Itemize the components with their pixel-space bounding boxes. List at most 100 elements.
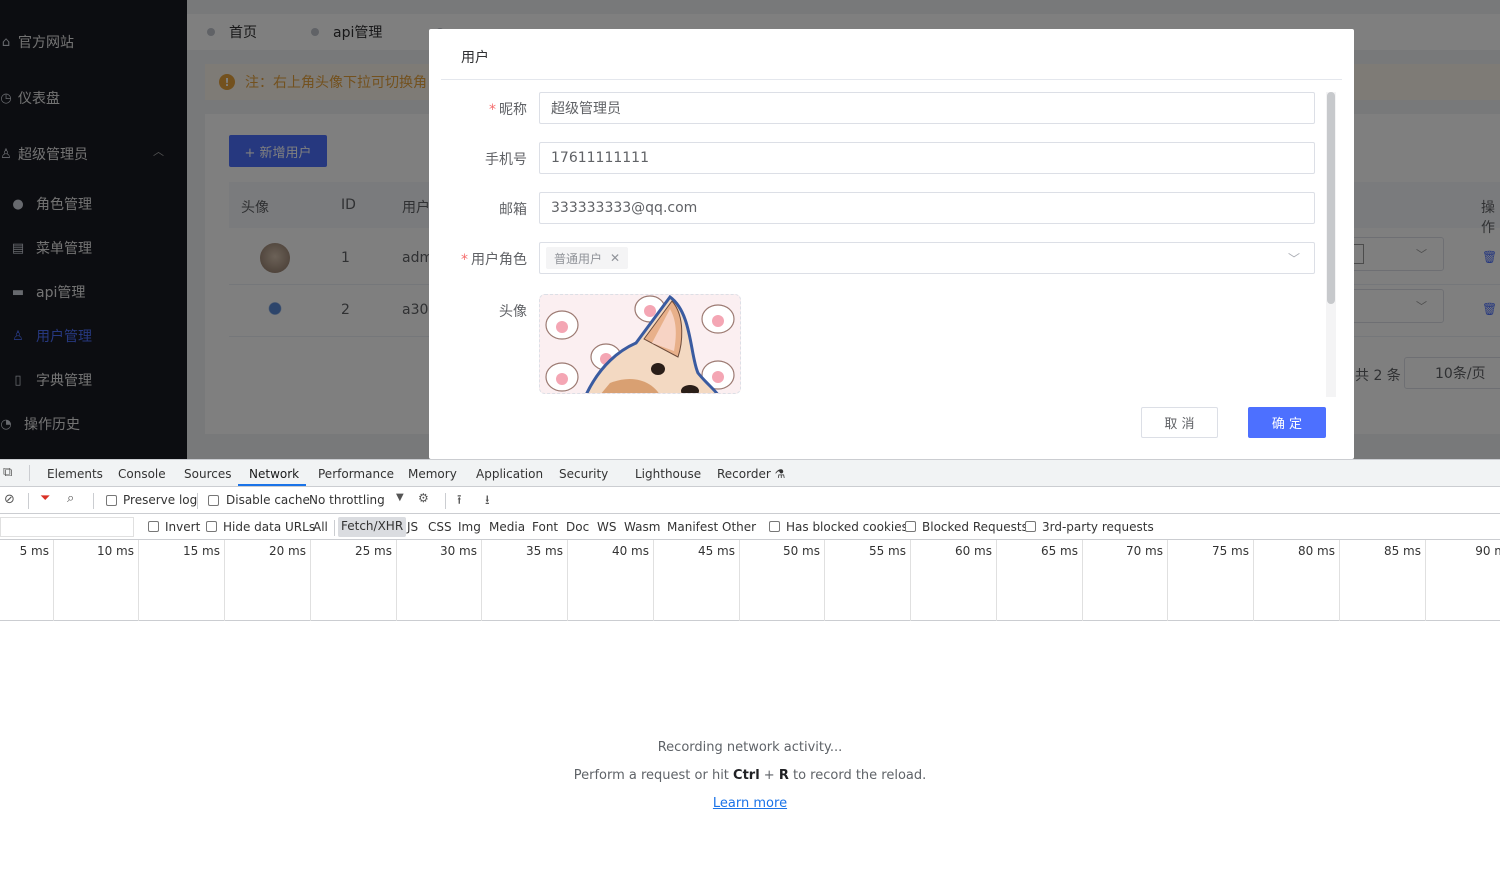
tab-elements[interactable]: Elements xyxy=(47,467,103,481)
dialog-scrollbar[interactable] xyxy=(1327,92,1335,304)
third-party-checkbox[interactable] xyxy=(1025,521,1036,532)
phone-field[interactable]: 17611111111 xyxy=(539,142,1315,174)
email-field[interactable]: 333333333@qq.com xyxy=(539,192,1315,224)
avatar-label: 头像 xyxy=(499,304,527,320)
tab-performance[interactable]: Performance xyxy=(318,467,394,481)
role-select[interactable]: 普通用户 ✕ ﹀ xyxy=(539,242,1315,274)
learn-more-link[interactable]: Learn more xyxy=(713,796,787,811)
caret-down-icon: ▼ xyxy=(396,492,404,503)
hide-data-urls-label: Hide data URLs xyxy=(223,520,316,534)
export-icon[interactable]: ⭳ xyxy=(485,491,490,513)
filter-fetch-xhr[interactable]: Fetch/XHR xyxy=(338,517,407,537)
chevron-down-icon: ﹀ xyxy=(1287,252,1300,266)
timeline-gridline xyxy=(53,540,54,621)
app-window: ⌂官方网站 ◷仪表盘 ♙超级管理员 ︿ ●角色管理 ▤菜单管理 ▬api管理 ♙… xyxy=(0,0,1500,459)
device-toggle-icon[interactable]: ⧉ xyxy=(3,465,12,480)
hide-data-urls-checkbox[interactable] xyxy=(206,521,217,532)
active-tab-indicator xyxy=(238,484,306,486)
tab-sources[interactable]: Sources xyxy=(184,467,231,481)
user-dialog: 用户 * 昵称 超级管理员 手机号 17611111111 邮箱 33333333… xyxy=(429,29,1354,459)
filter-other[interactable]: Other xyxy=(722,520,756,534)
tab-application[interactable]: Application xyxy=(476,467,543,481)
filter-img[interactable]: Img xyxy=(458,520,481,534)
divider xyxy=(29,465,30,481)
blocked-requests-label: Blocked Requests xyxy=(922,520,1028,534)
recording-text: Recording network activity... xyxy=(657,740,843,755)
nickname-field[interactable]: 超级管理员 xyxy=(539,92,1315,124)
timeline-tick-label: 70 ms xyxy=(1125,544,1163,558)
third-party-label: 3rd-party requests xyxy=(1042,520,1154,534)
avatar-image xyxy=(540,295,740,393)
timeline-tick-label: 25 ms xyxy=(354,544,392,558)
blocked-cookies-label: Has blocked cookies xyxy=(786,520,908,534)
clear-icon[interactable]: ⊘ xyxy=(4,492,15,507)
search-icon[interactable]: ⌕ xyxy=(67,491,74,506)
email-label: 邮箱 xyxy=(499,202,527,218)
tab-security[interactable]: Security xyxy=(559,467,608,481)
tab-console[interactable]: Console xyxy=(118,467,166,481)
filter-css[interactable]: CSS xyxy=(428,520,452,534)
timeline-gridline xyxy=(481,540,482,621)
timeline-gridline xyxy=(1082,540,1083,621)
divider xyxy=(28,493,29,509)
timeline-tick-label: 5 ms xyxy=(19,544,49,558)
filter-icon[interactable]: ⏷ xyxy=(40,491,50,506)
timeline-tick-label: 10 ms xyxy=(96,544,134,558)
timeline-gridline xyxy=(1425,540,1426,621)
timeline-gridline xyxy=(310,540,311,621)
timeline-tick-label: 75 ms xyxy=(1211,544,1249,558)
timeline-tick-label: 60 ms xyxy=(954,544,992,558)
blocked-cookies-checkbox[interactable] xyxy=(769,521,780,532)
timeline-tick-label: 90 m xyxy=(1475,544,1500,558)
timeline-tick-label: 35 ms xyxy=(525,544,563,558)
timeline-gridline xyxy=(1339,540,1340,621)
timeline-gridline xyxy=(824,540,825,621)
filter-all[interactable]: All xyxy=(313,520,328,534)
filter-media[interactable]: Media xyxy=(489,520,525,534)
blocked-requests-checkbox[interactable] xyxy=(905,521,916,532)
disable-cache-checkbox[interactable] xyxy=(208,495,219,506)
timeline-tick-label: 80 ms xyxy=(1297,544,1335,558)
network-toolbar: ⊘ ⏷ ⌕ Preserve log Disable cache No thro… xyxy=(0,488,1500,514)
filter-input[interactable] xyxy=(0,517,134,537)
phone-label: 手机号 xyxy=(485,152,527,168)
timeline-tick-label: 50 ms xyxy=(782,544,820,558)
devtools-panel: ⧉ Elements Console Sources Network Perfo… xyxy=(0,459,1500,869)
divider xyxy=(445,493,446,509)
tab-network[interactable]: Network xyxy=(249,467,299,481)
network-timeline: 5 ms 10 ms 15 ms 20 ms 25 ms 30 ms 35 ms 40 ms 4… xyxy=(0,540,1500,621)
filter-doc[interactable]: Doc xyxy=(566,520,589,534)
timeline-gridline xyxy=(1253,540,1254,621)
timeline-gridline xyxy=(910,540,911,621)
filter-ws[interactable]: WS xyxy=(597,520,616,534)
tab-recorder[interactable]: Recorder ⚗ xyxy=(717,467,785,481)
reload-hint: Perform a request or hit Ctrl + R to rec… xyxy=(573,768,927,783)
import-icon[interactable]: ⭱ xyxy=(457,491,462,513)
timeline-gridline xyxy=(396,540,397,621)
filter-wasm[interactable]: Wasm xyxy=(624,520,660,534)
network-filter-bar: Invert Hide data URLs All Fetch/XHR JS C… xyxy=(0,515,1500,540)
tab-memory[interactable]: Memory xyxy=(408,467,457,481)
avatar-upload[interactable] xyxy=(539,294,741,394)
timeline-gridline xyxy=(653,540,654,621)
nickname-label: * 昵称 xyxy=(489,102,527,118)
invert-label: Invert xyxy=(165,520,201,534)
role-label: * 用户角色 xyxy=(461,252,527,268)
timeline-gridline xyxy=(224,540,225,621)
tab-lighthouse[interactable]: Lighthouse xyxy=(635,467,701,481)
timeline-tick-label: 15 ms xyxy=(182,544,220,558)
filter-manifest[interactable]: Manifest xyxy=(667,520,718,534)
dialog-title: 用户 xyxy=(461,50,489,66)
confirm-button[interactable]: 确 定 xyxy=(1248,407,1326,438)
preserve-log-checkbox[interactable] xyxy=(106,495,117,506)
filter-js[interactable]: JS xyxy=(407,520,418,534)
cancel-button[interactable]: 取 消 xyxy=(1141,407,1218,438)
filter-font[interactable]: Font xyxy=(532,520,558,534)
divider xyxy=(93,493,94,509)
network-conditions-icon[interactable]: ⚙ xyxy=(418,491,429,505)
throttling-select[interactable]: No throttling xyxy=(309,493,385,507)
timeline-tick-label: 40 ms xyxy=(611,544,649,558)
close-icon[interactable]: ✕ xyxy=(610,251,620,265)
preserve-log-label: Preserve log xyxy=(123,493,198,507)
invert-checkbox[interactable] xyxy=(148,521,159,532)
